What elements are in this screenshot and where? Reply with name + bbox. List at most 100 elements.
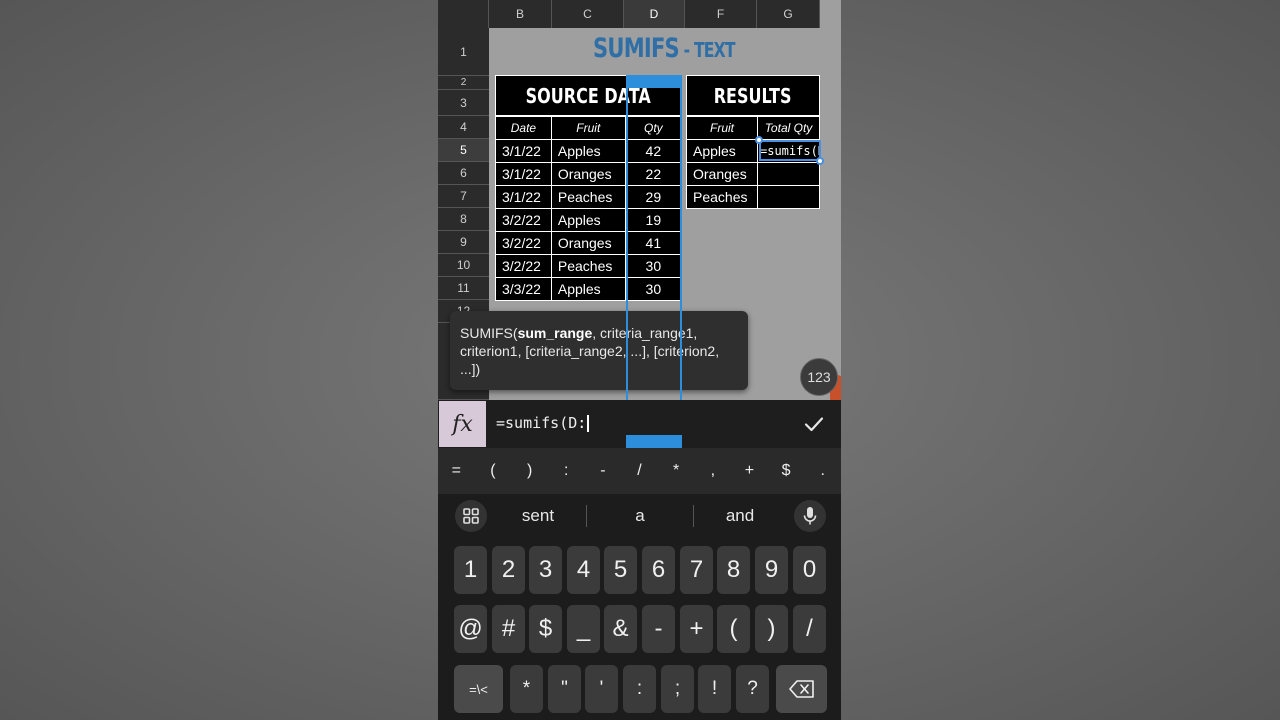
grid-corner[interactable] bbox=[438, 0, 489, 28]
key-hash[interactable]: # bbox=[492, 605, 525, 653]
key-semicolon[interactable]: ; bbox=[661, 665, 694, 713]
symbol-period[interactable]: . bbox=[804, 448, 841, 494]
header-date[interactable]: Date bbox=[495, 116, 552, 140]
key-underscore[interactable]: _ bbox=[567, 605, 600, 653]
row-header-3[interactable]: 3 bbox=[438, 90, 489, 116]
cell-total[interactable] bbox=[757, 185, 820, 209]
cell-qty[interactable]: 30 bbox=[624, 254, 683, 278]
row-header-5[interactable]: 5 bbox=[438, 139, 489, 162]
symbol-dollar[interactable]: $ bbox=[768, 448, 805, 494]
key-exclamation[interactable]: ! bbox=[698, 665, 731, 713]
cell-date[interactable]: 3/1/22 bbox=[495, 139, 552, 163]
cell-qty[interactable]: 22 bbox=[624, 162, 683, 186]
cell-date[interactable]: 3/1/22 bbox=[495, 162, 552, 186]
key-1[interactable]: 1 bbox=[454, 546, 487, 594]
numeric-keyboard-toggle[interactable]: 123 bbox=[800, 358, 838, 396]
symbol-minus[interactable]: - bbox=[585, 448, 622, 494]
row-header-9[interactable]: 9 bbox=[438, 231, 489, 254]
header-qty[interactable]: Qty bbox=[624, 116, 683, 140]
column-selection-handle-top[interactable] bbox=[626, 75, 682, 88]
key-dollar[interactable]: $ bbox=[529, 605, 562, 653]
cell-qty[interactable]: 30 bbox=[624, 277, 683, 301]
cell-fruit[interactable]: Peaches bbox=[550, 254, 626, 278]
symbol-equals[interactable]: = bbox=[438, 448, 475, 494]
key-3[interactable]: 3 bbox=[529, 546, 562, 594]
key-colon[interactable]: : bbox=[623, 665, 656, 713]
key-question[interactable]: ? bbox=[736, 665, 769, 713]
column-header-d[interactable]: D bbox=[624, 0, 685, 28]
cell-qty[interactable]: 19 bbox=[624, 208, 683, 232]
cell-fruit[interactable]: Oranges bbox=[686, 162, 758, 186]
cell-qty[interactable]: 29 bbox=[624, 185, 683, 209]
key-2[interactable]: 2 bbox=[492, 546, 525, 594]
key-open-paren[interactable]: ( bbox=[717, 605, 750, 653]
cell-total[interactable] bbox=[757, 162, 820, 186]
row-header-6[interactable]: 6 bbox=[438, 162, 489, 185]
cell-fruit[interactable]: Oranges bbox=[550, 162, 626, 186]
key-0[interactable]: 0 bbox=[793, 546, 826, 594]
row-header-8[interactable]: 8 bbox=[438, 208, 489, 231]
cell-date[interactable]: 3/2/22 bbox=[495, 254, 552, 278]
spreadsheet-grid[interactable]: B C D F G 1 2 3 4 5 6 7 8 9 10 11 12 13 … bbox=[438, 0, 841, 400]
suggestion-3[interactable]: and bbox=[696, 494, 784, 538]
cell-fruit[interactable]: Apples bbox=[550, 208, 626, 232]
key-4[interactable]: 4 bbox=[567, 546, 600, 594]
selection-handle-start[interactable] bbox=[755, 136, 763, 144]
backspace-icon[interactable] bbox=[776, 665, 827, 713]
cell-fruit[interactable]: Apples bbox=[686, 139, 758, 163]
key-minus[interactable]: - bbox=[642, 605, 675, 653]
key-7[interactable]: 7 bbox=[680, 546, 713, 594]
suggestion-1[interactable]: sent bbox=[493, 494, 583, 538]
header-fruit[interactable]: Fruit bbox=[550, 116, 626, 140]
key-single-quote[interactable]: ' bbox=[585, 665, 618, 713]
symbol-colon[interactable]: : bbox=[548, 448, 585, 494]
symbol-asterisk[interactable]: * bbox=[658, 448, 695, 494]
cell-fruit[interactable]: Apples bbox=[550, 277, 626, 301]
cell-fruit[interactable]: Peaches bbox=[686, 185, 758, 209]
row-header-4[interactable]: 4 bbox=[438, 116, 489, 139]
key-9[interactable]: 9 bbox=[755, 546, 788, 594]
cell-fruit[interactable]: Peaches bbox=[550, 185, 626, 209]
key-8[interactable]: 8 bbox=[717, 546, 750, 594]
row-header-11[interactable]: 11 bbox=[438, 277, 489, 300]
cell-date[interactable]: 3/3/22 bbox=[495, 277, 552, 301]
column-selection-handle-bottom[interactable] bbox=[626, 435, 682, 448]
row-header-1[interactable]: 1 bbox=[438, 28, 489, 76]
symbol-plus[interactable]: + bbox=[731, 448, 768, 494]
cell-fruit[interactable]: Oranges bbox=[550, 231, 626, 255]
column-header-f[interactable]: F bbox=[685, 0, 757, 28]
cell-date[interactable]: 3/2/22 bbox=[495, 208, 552, 232]
column-header-b[interactable]: B bbox=[489, 0, 552, 28]
symbol-open-paren[interactable]: ( bbox=[475, 448, 512, 494]
microphone-icon[interactable] bbox=[794, 500, 826, 532]
key-ampersand[interactable]: & bbox=[604, 605, 637, 653]
header-fruit[interactable]: Fruit bbox=[686, 116, 758, 140]
suggestion-2[interactable]: a bbox=[590, 494, 690, 538]
formula-input[interactable]: =sumifs(D: bbox=[496, 414, 590, 432]
selection-handle-end[interactable] bbox=[816, 157, 824, 165]
cell-date[interactable]: 3/2/22 bbox=[495, 231, 552, 255]
cell-qty[interactable]: 42 bbox=[624, 139, 683, 163]
row-header-2[interactable]: 2 bbox=[438, 76, 489, 90]
apps-grid-icon[interactable] bbox=[455, 500, 487, 532]
fx-icon[interactable]: fx bbox=[439, 401, 486, 447]
key-close-paren[interactable]: ) bbox=[755, 605, 788, 653]
cell-qty[interactable]: 41 bbox=[624, 231, 683, 255]
row-header-7[interactable]: 7 bbox=[438, 185, 489, 208]
key-double-quote[interactable]: " bbox=[548, 665, 581, 713]
key-slash[interactable]: / bbox=[793, 605, 826, 653]
key-asterisk[interactable]: * bbox=[510, 665, 543, 713]
key-6[interactable]: 6 bbox=[642, 546, 675, 594]
key-at[interactable]: @ bbox=[454, 605, 487, 653]
column-header-g[interactable]: G bbox=[757, 0, 820, 28]
key-more-symbols[interactable]: =\< bbox=[454, 665, 503, 713]
row-header-10[interactable]: 10 bbox=[438, 254, 489, 277]
cell-date[interactable]: 3/1/22 bbox=[495, 185, 552, 209]
column-header-c[interactable]: C bbox=[552, 0, 624, 28]
key-plus[interactable]: + bbox=[680, 605, 713, 653]
cell-fruit[interactable]: Apples bbox=[550, 139, 626, 163]
confirm-check-icon[interactable] bbox=[802, 412, 826, 436]
header-total-qty[interactable]: Total Qty bbox=[757, 116, 820, 140]
symbol-close-paren[interactable]: ) bbox=[511, 448, 548, 494]
symbol-slash[interactable]: / bbox=[621, 448, 658, 494]
